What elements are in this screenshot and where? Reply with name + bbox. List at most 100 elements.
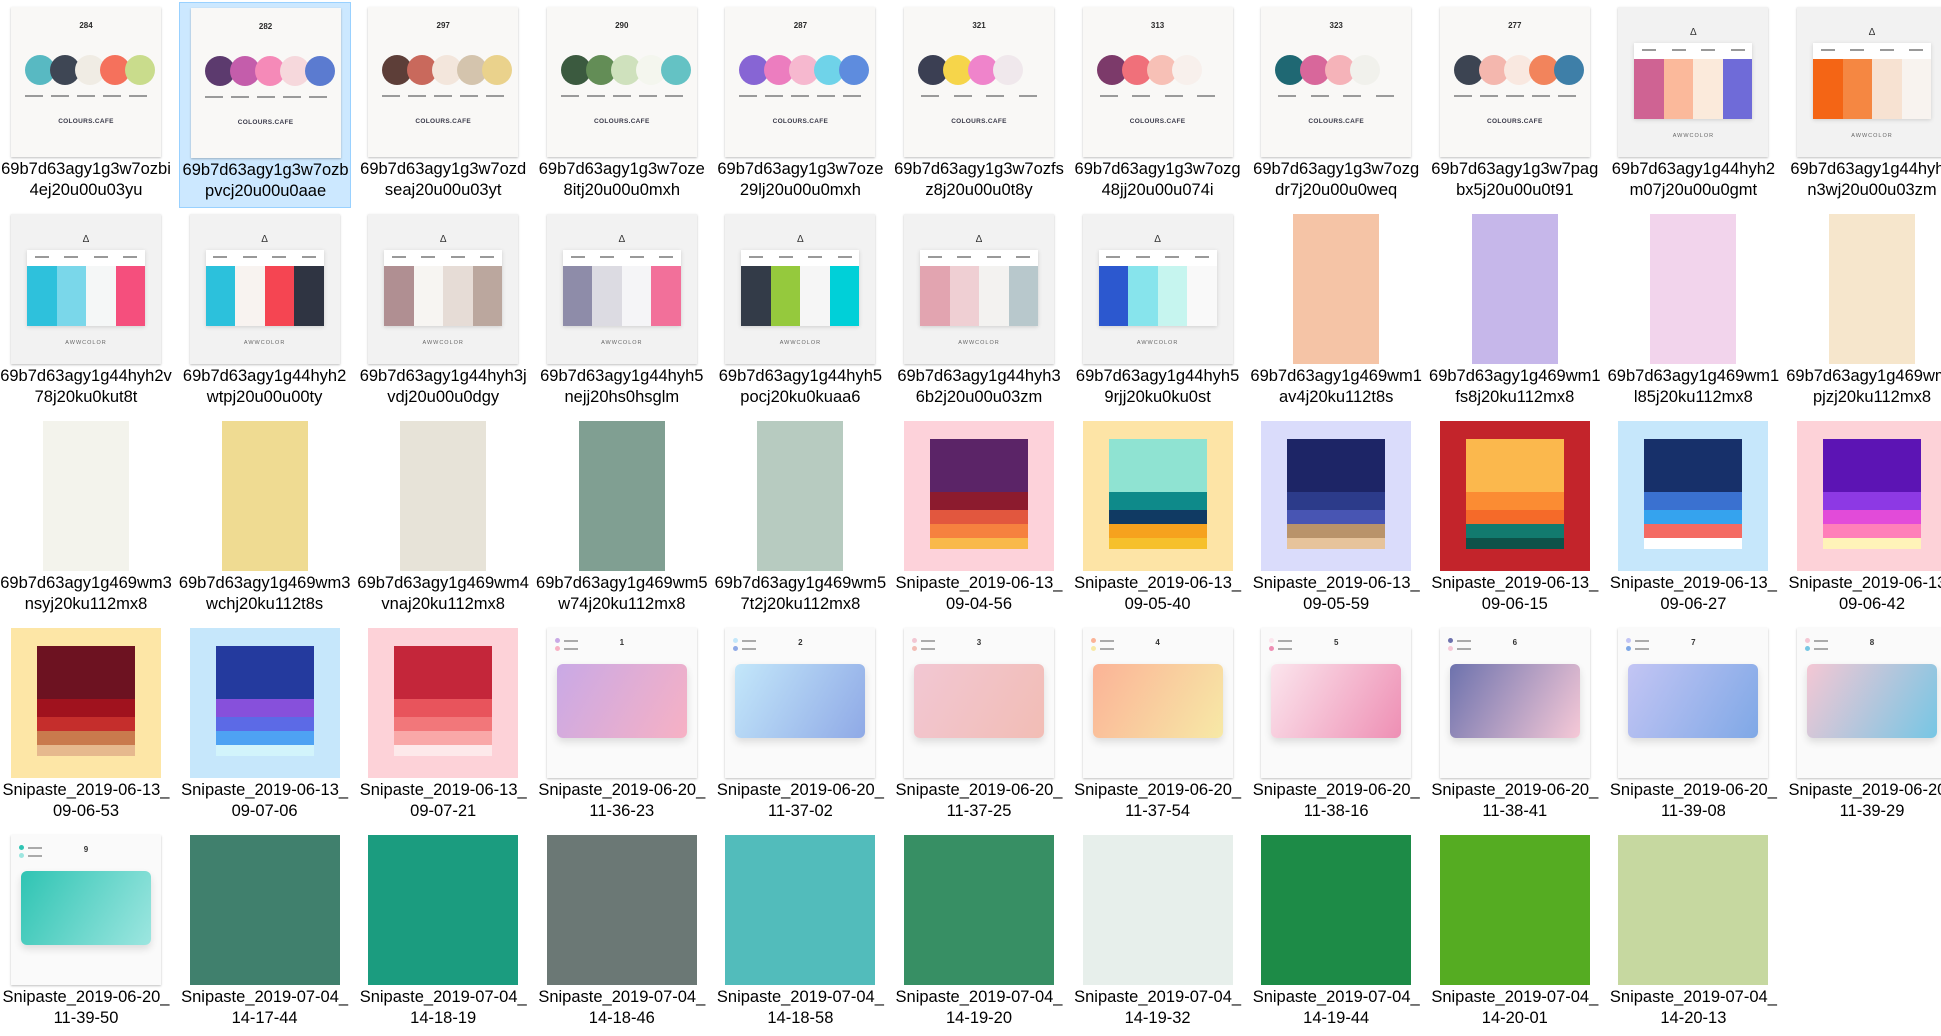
file-item[interactable]: Δ AWWCOLOR 69b7d63agy1g44hyh59rjj20ku0ku0s… (1072, 209, 1244, 415)
file-name[interactable]: 69b7d63agy1g44hyh2m07j20u00u0gmt (1607, 159, 1779, 201)
file-item[interactable]: Snipaste_2019-07-04_14-18-19 (357, 830, 529, 1036)
file-item[interactable]: 4 Snipaste_2019-06-20_11-37-54 (1072, 623, 1244, 829)
file-item[interactable]: 8 Snipaste_2019-06-20_11-39-29 (1786, 623, 1941, 829)
file-item[interactable]: 69b7d63agy1g469wm1l85j20ku112mx8 (1607, 209, 1779, 415)
file-item[interactable]: 7 Snipaste_2019-06-20_11-39-08 (1607, 623, 1779, 829)
file-name[interactable]: 69b7d63agy1g469wm1l85j20ku112mx8 (1607, 366, 1780, 408)
file-name[interactable]: 69b7d63agy1g469wm4vnaj20ku112mx8 (357, 573, 529, 615)
file-item[interactable]: Δ AWWCOLOR 69b7d63agy1g44hyh5pocj20ku0kuaa… (714, 209, 886, 415)
file-name[interactable]: Snipaste_2019-06-20_11-36-23 (536, 780, 708, 822)
file-item[interactable]: Snipaste_2019-07-04_14-18-46 (536, 830, 708, 1036)
file-name[interactable]: 69b7d63agy1g44hyh2n3wj20u00u03zm (1786, 159, 1941, 201)
file-item[interactable]: 287 COLOURS.CAFE 69b7d63agy1g3w7oze29lj20u… (714, 2, 886, 208)
file-name[interactable]: Snipaste_2019-07-04_14-20-13 (1607, 987, 1779, 1029)
file-name[interactable]: Snipaste_2019-07-04_14-18-46 (536, 987, 708, 1029)
file-name[interactable]: 69b7d63agy1g44hyh5nejj20hs0hsglm (536, 366, 708, 408)
file-item[interactable]: 1 Snipaste_2019-06-20_11-36-23 (536, 623, 708, 829)
file-item[interactable]: Snipaste_2019-06-13_09-04-56 (893, 416, 1065, 622)
file-name[interactable]: 69b7d63agy1g3w7oze29lj20u00u0mxh (714, 159, 886, 201)
file-name[interactable]: 69b7d63agy1g469wm1av4j20ku112t8s (1250, 366, 1422, 408)
file-item[interactable]: 69b7d63agy1g469wm57t2j20ku112mx8 (714, 416, 886, 622)
file-name[interactable]: 69b7d63agy1g44hyh2wtpj20u00u00ty (179, 366, 351, 408)
file-item[interactable]: 2 Snipaste_2019-06-20_11-37-02 (714, 623, 886, 829)
file-item[interactable]: 297 COLOURS.CAFE 69b7d63agy1g3w7ozdseaj20u… (357, 2, 529, 208)
file-item[interactable]: Δ AWWCOLOR 69b7d63agy1g44hyh2wtpj20u00u00t… (179, 209, 351, 415)
file-name[interactable]: 69b7d63agy1g3w7ozg48jj20u00u074i (1072, 159, 1244, 201)
file-item[interactable]: 9 Snipaste_2019-06-20_11-39-50 (0, 830, 172, 1036)
file-name[interactable]: 69b7d63agy1g3w7pagbx5j20u00u0t91 (1429, 159, 1601, 201)
file-item[interactable]: 290 COLOURS.CAFE 69b7d63agy1g3w7oze8itj20u… (536, 2, 708, 208)
file-item[interactable]: 313 COLOURS.CAFE 69b7d63agy1g3w7ozg48jj20u… (1072, 2, 1244, 208)
file-name[interactable]: Snipaste_2019-06-20_11-37-02 (714, 780, 886, 822)
file-item[interactable]: Snipaste_2019-07-04_14-19-44 (1250, 830, 1422, 1036)
file-item[interactable]: Snipaste_2019-07-04_14-19-20 (893, 830, 1065, 1036)
file-name[interactable]: Snipaste_2019-06-20_11-37-25 (893, 780, 1065, 822)
file-name[interactable]: 69b7d63agy1g469wm1fs8j20ku112mx8 (1429, 366, 1601, 408)
file-item[interactable]: Δ AWWCOLOR 69b7d63agy1g44hyh2m07j20u00u0gm… (1607, 2, 1779, 208)
file-name[interactable]: 69b7d63agy1g44hyh5pocj20ku0kuaa6 (714, 366, 886, 408)
file-name[interactable]: Snipaste_2019-07-04_14-17-44 (179, 987, 351, 1029)
file-item[interactable]: Δ AWWCOLOR 69b7d63agy1g44hyh5nejj20hs0hsgl… (536, 209, 708, 415)
file-name[interactable]: 69b7d63agy1g3w7ozgdr7j20u00u0weq (1250, 159, 1422, 201)
file-item[interactable]: 5 Snipaste_2019-06-20_11-38-16 (1250, 623, 1422, 829)
file-item[interactable]: Snipaste_2019-06-13_09-06-15 (1429, 416, 1601, 622)
file-name[interactable]: 69b7d63agy1g3w7ozdseaj20u00u03yt (357, 159, 529, 201)
file-name[interactable]: Snipaste_2019-06-13_09-07-06 (179, 780, 351, 822)
file-name[interactable]: Snipaste_2019-07-04_14-19-32 (1072, 987, 1244, 1029)
file-name[interactable]: Snipaste_2019-06-20_11-38-16 (1250, 780, 1422, 822)
file-item[interactable]: Δ AWWCOLOR 69b7d63agy1g44hyh36b2j20u00u03z… (893, 209, 1065, 415)
file-item[interactable]: Snipaste_2019-06-13_09-06-53 (0, 623, 172, 829)
file-item[interactable]: Snipaste_2019-06-13_09-05-40 (1072, 416, 1244, 622)
file-item[interactable]: Snipaste_2019-06-13_09-06-27 (1607, 416, 1779, 622)
file-name[interactable]: Snipaste_2019-06-20_11-39-08 (1607, 780, 1779, 822)
file-name[interactable]: Snipaste_2019-06-20_11-39-29 (1786, 780, 1941, 822)
file-item[interactable]: 284 COLOURS.CAFE 69b7d63agy1g3w7ozbi4ej20u… (0, 2, 172, 208)
file-name[interactable]: 69b7d63agy1g469wm1pjzj20ku112mx8 (1786, 366, 1941, 408)
file-name[interactable]: Snipaste_2019-07-04_14-20-01 (1429, 987, 1601, 1029)
file-item[interactable]: Snipaste_2019-06-13_09-07-06 (179, 623, 351, 829)
file-name[interactable]: Snipaste_2019-06-13_09-04-56 (893, 573, 1065, 615)
file-name[interactable]: Snipaste_2019-06-13_09-05-59 (1250, 573, 1422, 615)
file-item[interactable]: Snipaste_2019-06-13_09-07-21 (357, 623, 529, 829)
file-name[interactable]: 69b7d63agy1g44hyh36b2j20u00u03zm (893, 366, 1065, 408)
file-item[interactable]: 69b7d63agy1g469wm1fs8j20ku112mx8 (1429, 209, 1601, 415)
file-name[interactable]: Snipaste_2019-06-20_11-38-41 (1429, 780, 1601, 822)
file-item[interactable]: 282 COLOURS.CAFE 69b7d63agy1g3w7ozbpvcj20u… (178, 2, 352, 208)
file-item[interactable]: 69b7d63agy1g469wm1pjzj20ku112mx8 (1786, 209, 1941, 415)
file-name[interactable]: Snipaste_2019-06-13_09-06-27 (1607, 573, 1779, 615)
file-item[interactable]: 69b7d63agy1g469wm3wchj20ku112t8s (179, 416, 351, 622)
file-name[interactable]: Snipaste_2019-06-13_09-07-21 (357, 780, 529, 822)
file-name[interactable]: Snipaste_2019-07-04_14-19-20 (893, 987, 1065, 1029)
file-item[interactable]: Δ AWWCOLOR 69b7d63agy1g44hyh3jvdj20u00u0dg… (357, 209, 529, 415)
file-item[interactable]: Snipaste_2019-07-04_14-18-58 (714, 830, 886, 1036)
file-name[interactable]: Snipaste_2019-06-13_09-06-15 (1429, 573, 1601, 615)
file-name[interactable]: 69b7d63agy1g3w7oze8itj20u00u0mxh (536, 159, 708, 201)
file-item[interactable]: Snipaste_2019-06-13_09-06-42 (1786, 416, 1941, 622)
file-name[interactable]: Snipaste_2019-07-04_14-18-19 (357, 987, 529, 1029)
file-item[interactable]: Snipaste_2019-07-04_14-19-32 (1072, 830, 1244, 1036)
file-name[interactable]: 69b7d63agy1g44hyh2v78j20ku0kut8t (0, 366, 172, 408)
file-item[interactable]: Snipaste_2019-06-13_09-05-59 (1250, 416, 1422, 622)
file-name[interactable]: 69b7d63agy1g469wm5w74j20ku112mx8 (536, 573, 708, 615)
file-name[interactable]: 69b7d63agy1g3w7ozbi4ej20u00u03yu (0, 159, 172, 201)
file-item[interactable]: Δ AWWCOLOR 69b7d63agy1g44hyh2n3wj20u00u03z… (1786, 2, 1941, 208)
file-name[interactable]: 69b7d63agy1g469wm57t2j20ku112mx8 (714, 573, 887, 615)
file-item[interactable]: 69b7d63agy1g469wm3nsyj20ku112mx8 (0, 416, 172, 622)
file-name[interactable]: Snipaste_2019-06-13_09-05-40 (1072, 573, 1244, 615)
file-name[interactable]: Snipaste_2019-06-13_09-06-42 (1786, 573, 1941, 615)
file-name[interactable]: 69b7d63agy1g3w7ozbpvcj20u00u0aae (180, 160, 352, 202)
file-item[interactable]: Δ AWWCOLOR 69b7d63agy1g44hyh2v78j20ku0kut8… (0, 209, 172, 415)
file-name[interactable]: Snipaste_2019-06-13_09-06-53 (0, 780, 172, 822)
file-item[interactable]: 69b7d63agy1g469wm4vnaj20ku112mx8 (357, 416, 529, 622)
file-item[interactable]: 3 Snipaste_2019-06-20_11-37-25 (893, 623, 1065, 829)
file-name[interactable]: 69b7d63agy1g44hyh3jvdj20u00u0dgy (357, 366, 529, 408)
file-item[interactable]: 69b7d63agy1g469wm5w74j20ku112mx8 (536, 416, 708, 622)
file-name[interactable]: Snipaste_2019-06-20_11-37-54 (1072, 780, 1244, 822)
file-item[interactable]: 323 COLOURS.CAFE 69b7d63agy1g3w7ozgdr7j20u… (1250, 2, 1422, 208)
file-name[interactable]: Snipaste_2019-07-04_14-18-58 (714, 987, 886, 1029)
file-item[interactable]: Snipaste_2019-07-04_14-17-44 (179, 830, 351, 1036)
file-name[interactable]: 69b7d63agy1g3w7ozfsz8j20u00u0t8y (893, 159, 1065, 201)
file-name[interactable]: 69b7d63agy1g44hyh59rjj20ku0ku0st (1072, 366, 1244, 408)
file-item[interactable]: 277 COLOURS.CAFE 69b7d63agy1g3w7pagbx5j20u… (1429, 2, 1601, 208)
file-name[interactable]: 69b7d63agy1g469wm3nsyj20ku112mx8 (0, 573, 172, 615)
